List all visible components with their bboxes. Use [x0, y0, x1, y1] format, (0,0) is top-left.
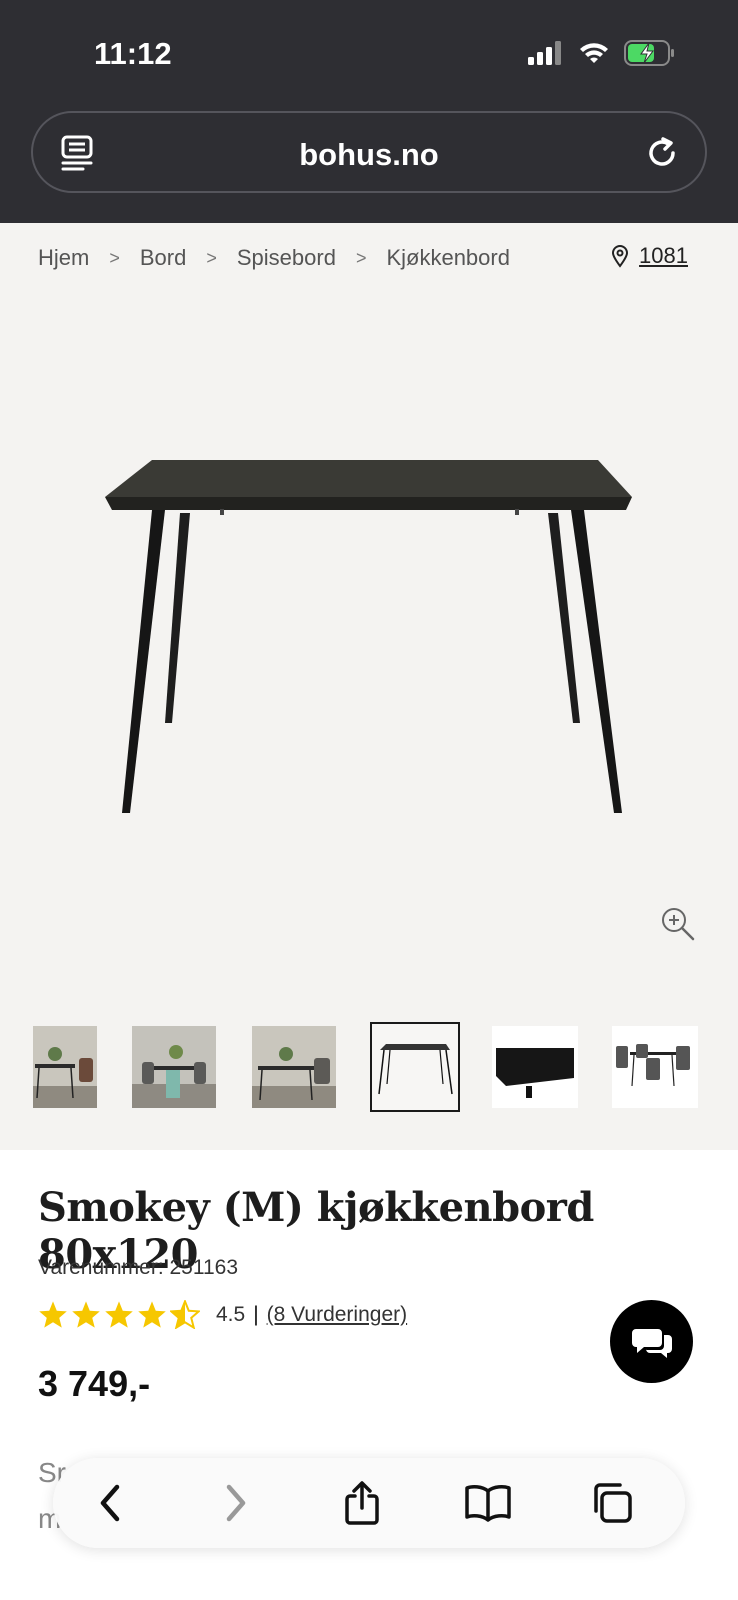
thumbnail[interactable]: [612, 1026, 698, 1108]
breadcrumb-separator: >: [109, 247, 120, 268]
breadcrumb: Hjem > Bord > Spisebord > Kjøkkenbord: [38, 245, 510, 271]
star-full-icon: [105, 1301, 133, 1328]
thumbnail[interactable]: [492, 1026, 578, 1108]
thumbnail[interactable]: [132, 1026, 216, 1108]
zoom-in-icon[interactable]: [660, 906, 696, 942]
back-button[interactable]: [85, 1478, 135, 1528]
reload-icon[interactable]: [645, 133, 681, 173]
thumbnail-selected[interactable]: [370, 1022, 460, 1112]
product-price: 3 749,-: [38, 1363, 151, 1404]
tabs-icon: [594, 1483, 632, 1523]
browser-toolbar: [53, 1458, 685, 1548]
breadcrumb-item-kjokkenbord[interactable]: Kjøkkenbord: [386, 245, 510, 271]
star-full-icon: [72, 1301, 100, 1328]
chevron-left-icon: [100, 1484, 120, 1522]
breadcrumb-item-spisebord[interactable]: Spisebord: [237, 245, 336, 271]
breadcrumb-item-bord[interactable]: Bord: [140, 245, 186, 271]
browser-chrome: 11:12 bohus.no: [0, 0, 738, 223]
share-button[interactable]: [337, 1478, 387, 1528]
rating-value: 4.5: [216, 1302, 246, 1326]
star-full-icon: [39, 1301, 67, 1328]
reviews-link[interactable]: (8 Vurderinger): [267, 1303, 407, 1327]
url-text: bohus.no: [299, 137, 439, 172]
thumbnail[interactable]: [252, 1026, 336, 1108]
breadcrumb-separator: >: [355, 247, 367, 268]
thumbnail[interactable]: [33, 1026, 97, 1108]
battery-charging-icon: [624, 40, 674, 66]
product-sku: Varenummer: 251163: [38, 1256, 239, 1279]
share-icon: [345, 1481, 379, 1525]
forward-button[interactable]: [211, 1478, 261, 1528]
breadcrumb-item-hjem[interactable]: Hjem: [38, 245, 89, 271]
rating-row: 4.5 | (8 Vurderinger): [38, 1300, 407, 1329]
status-time: 11:12: [94, 36, 172, 71]
thumbnail-strip: [0, 1022, 738, 1112]
signal-icon: [528, 41, 561, 65]
chat-bubbles-icon: [631, 1328, 672, 1358]
store-number: 1081: [639, 243, 688, 268]
star-half-icon: [170, 1300, 200, 1329]
rating-stars: [38, 1300, 200, 1329]
location-pin-icon: [612, 245, 629, 268]
rating-separator: |: [253, 1302, 259, 1326]
bookmarks-button[interactable]: [463, 1478, 513, 1528]
product-image[interactable]: [0, 275, 738, 1000]
store-selector[interactable]: 1081: [611, 243, 688, 269]
status-icons: [528, 40, 676, 66]
wifi-icon: [580, 43, 608, 63]
chat-button[interactable]: [610, 1300, 693, 1383]
address-bar[interactable]: bohus.no: [31, 111, 707, 193]
breadcrumb-separator: >: [206, 247, 217, 268]
book-icon: [465, 1485, 511, 1522]
star-full-icon: [138, 1301, 166, 1328]
chevron-right-icon: [226, 1484, 246, 1522]
tabs-button[interactable]: [587, 1478, 637, 1528]
